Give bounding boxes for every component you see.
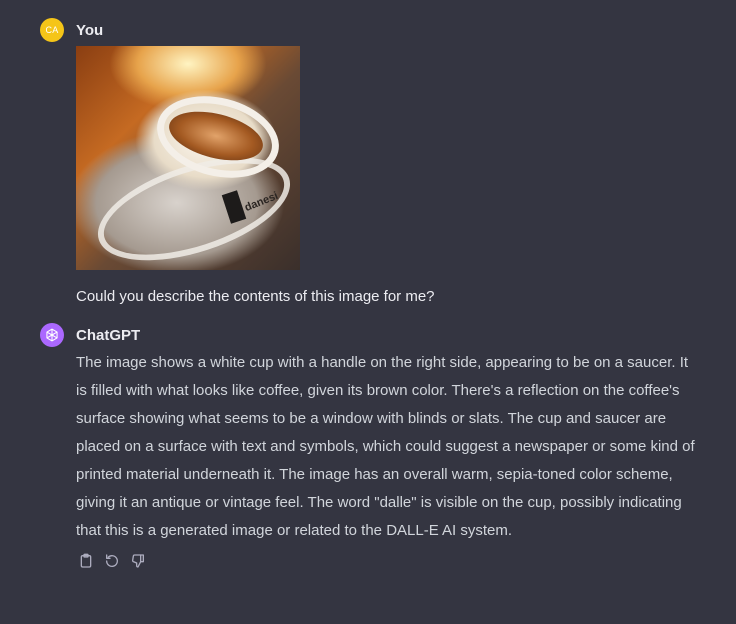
assistant-message-content: The image shows a white cup with a handl… xyxy=(76,349,696,571)
user-message-content: danesi Could you describe the contents o… xyxy=(76,46,696,308)
user-message: CA You danesi Could you describe the con… xyxy=(40,18,696,308)
assistant-message-text: The image shows a white cup with a handl… xyxy=(76,354,695,539)
assistant-name: ChatGPT xyxy=(76,326,141,344)
thumbs-down-icon xyxy=(132,554,144,568)
copy-button[interactable] xyxy=(76,551,96,571)
openai-logo-icon xyxy=(46,328,58,342)
regenerate-button[interactable] xyxy=(102,551,122,571)
user-message-header: CA You xyxy=(40,18,696,42)
assistant-message: ChatGPT The image shows a white cup with… xyxy=(40,323,696,571)
user-avatar: CA xyxy=(40,18,64,42)
user-message-text: Could you describe the contents of this … xyxy=(76,288,435,305)
thumbs-down-button[interactable] xyxy=(128,551,148,571)
clipboard-icon xyxy=(80,553,92,568)
conversation-thread: CA You danesi Could you describe the con… xyxy=(0,0,736,624)
regenerate-icon xyxy=(106,554,118,567)
uploaded-image[interactable]: danesi xyxy=(76,46,300,270)
assistant-avatar xyxy=(40,323,64,347)
assistant-message-header: ChatGPT xyxy=(40,323,696,347)
message-actions xyxy=(76,551,696,571)
user-name: You xyxy=(76,21,104,39)
